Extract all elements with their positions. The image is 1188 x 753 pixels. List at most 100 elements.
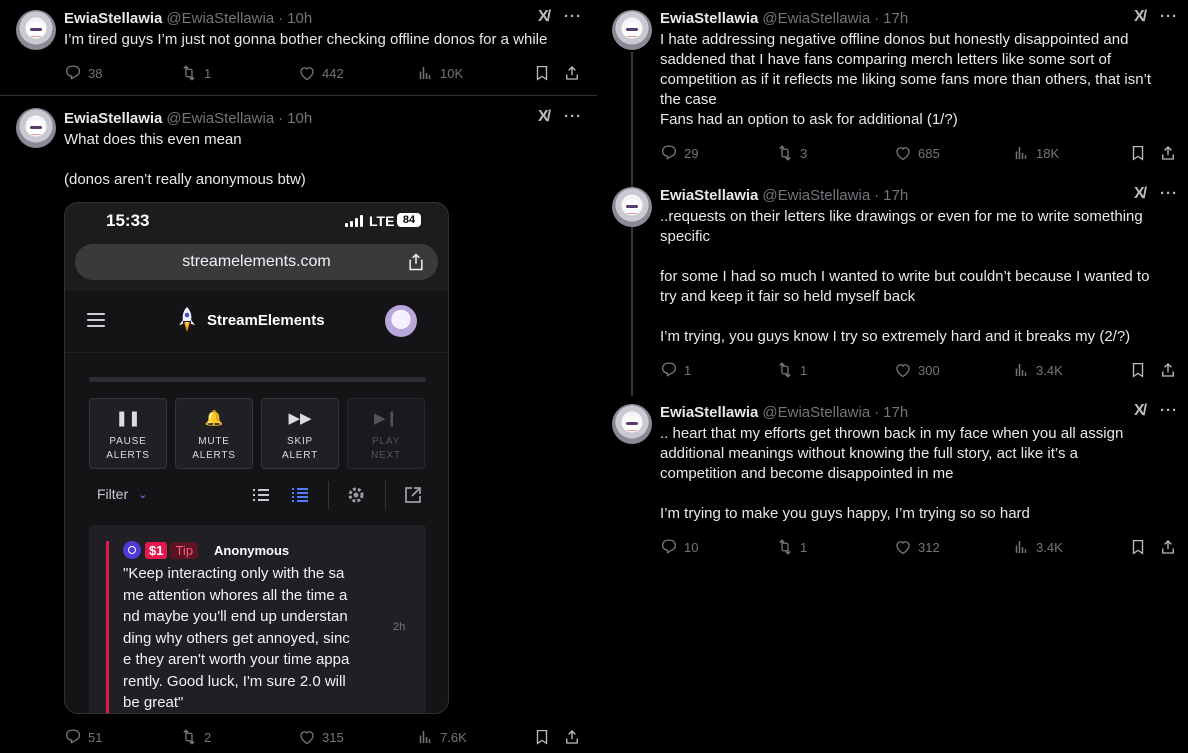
bookmark-icon: [1132, 362, 1144, 378]
author-name[interactable]: EwiaStellawia: [64, 110, 162, 127]
tweet-header: EwiaStellawia @EwiaStellawia · 17h: [660, 185, 908, 205]
views-button[interactable]: 18K: [1012, 143, 1059, 163]
avatar[interactable]: [16, 10, 56, 50]
author-handle[interactable]: @EwiaStellawia: [166, 110, 274, 127]
like-button[interactable]: 300: [894, 360, 940, 380]
grok-icon[interactable]: X/: [1134, 402, 1147, 420]
filter-dropdown: Filter ⌄: [97, 486, 147, 502]
reply-count: 1: [684, 362, 692, 378]
tweet-text: .. heart that my efforts get thrown back…: [660, 425, 1124, 522]
tweet-5[interactable]: EwiaStellawia @EwiaStellawia · 17h X/ ··…: [612, 402, 1177, 562]
repost-button[interactable]: 2: [180, 727, 211, 747]
phone-status-bar: 15:33 LTE 84: [65, 203, 448, 239]
repost-button[interactable]: 1: [776, 360, 807, 380]
timestamp[interactable]: 17h: [883, 10, 908, 27]
author-name[interactable]: EwiaStellawia: [660, 187, 758, 204]
grok-icon[interactable]: X/: [538, 108, 551, 126]
bookmark-button[interactable]: [1129, 360, 1147, 380]
grok-icon[interactable]: X/: [1134, 8, 1147, 26]
views-icon: [1015, 540, 1027, 554]
separator-dot: ·: [874, 186, 880, 204]
like-button[interactable]: 685: [894, 143, 940, 163]
repost-button[interactable]: 3: [776, 143, 807, 163]
event-type-badge: Tip: [170, 541, 199, 559]
tweet-3[interactable]: EwiaStellawia @EwiaStellawia · 17h X/ ··…: [612, 8, 1177, 168]
menu-icon: [87, 313, 105, 331]
repost-button[interactable]: 1: [776, 537, 807, 557]
column-divider: [0, 95, 597, 96]
share-button[interactable]: [563, 727, 581, 747]
repost-icon: [779, 362, 791, 378]
share-button[interactable]: [1159, 537, 1177, 557]
more-options-icon[interactable]: ···: [564, 8, 582, 25]
like-button[interactable]: 442: [298, 63, 344, 83]
author-handle[interactable]: @EwiaStellawia: [762, 187, 870, 204]
author-handle[interactable]: @EwiaStellawia: [762, 10, 870, 27]
author-name[interactable]: EwiaStellawia: [64, 10, 162, 27]
share-button[interactable]: [1159, 360, 1177, 380]
bookmark-button[interactable]: [533, 727, 551, 747]
like-icon: [896, 147, 910, 161]
grok-icon[interactable]: X/: [1134, 185, 1147, 203]
timestamp[interactable]: 10h: [287, 10, 312, 27]
like-count: 315: [322, 729, 344, 745]
timestamp[interactable]: 10h: [287, 110, 312, 127]
more-options-icon[interactable]: ···: [1160, 8, 1178, 25]
tweet-1[interactable]: EwiaStellawia @EwiaStellawia · 10h X/ ··…: [16, 8, 581, 88]
views-button[interactable]: 10K: [416, 63, 463, 83]
bookmark-button[interactable]: [533, 63, 551, 83]
views-button[interactable]: 7.6K: [416, 727, 467, 747]
tweet-actions: 38 1 442 10K: [64, 63, 581, 83]
reply-icon: [65, 65, 81, 80]
author-name[interactable]: EwiaStellawia: [660, 10, 758, 27]
bookmark-icon: [536, 65, 548, 81]
author-handle[interactable]: @EwiaStellawia: [166, 10, 274, 27]
views-count: 7.6K: [440, 729, 467, 745]
bookmark-button[interactable]: [1129, 537, 1147, 557]
timestamp[interactable]: 17h: [883, 404, 908, 421]
share-button[interactable]: [563, 63, 581, 83]
like-button[interactable]: 315: [298, 727, 344, 747]
separator-dot: ·: [278, 9, 284, 27]
tweet-actions: 29 3 685 18K: [660, 143, 1177, 163]
avatar[interactable]: [16, 108, 56, 148]
avatar[interactable]: [612, 10, 652, 50]
timestamp[interactable]: 17h: [883, 187, 908, 204]
views-button[interactable]: 3.4K: [1012, 360, 1063, 380]
tweet-4[interactable]: EwiaStellawia @EwiaStellawia · 17h X/ ··…: [612, 185, 1177, 385]
grok-icon[interactable]: X/: [538, 8, 551, 26]
repost-button[interactable]: 1: [180, 63, 211, 83]
reply-button[interactable]: 1: [660, 360, 691, 380]
tweet-header: EwiaStellawia @EwiaStellawia · 17h: [660, 8, 908, 28]
tip-message: "Keep interacting only with the sa me at…: [123, 565, 350, 711]
author-name[interactable]: EwiaStellawia: [660, 404, 758, 421]
bookmark-button[interactable]: [1129, 143, 1147, 163]
reply-button[interactable]: 29: [660, 143, 698, 163]
more-options-icon[interactable]: ···: [1160, 185, 1178, 202]
reply-button[interactable]: 51: [64, 727, 102, 747]
repost-count: 1: [800, 362, 808, 378]
bookmark-icon: [536, 729, 548, 745]
author-handle[interactable]: @EwiaStellawia: [762, 404, 870, 421]
attached-image[interactable]: 15:33 LTE 84 streamelements.com StreamEl…: [64, 202, 449, 714]
filter-label: Filter: [97, 486, 129, 502]
mute-alerts-button: 🔔 MUTE ALERTS: [175, 398, 253, 469]
url-bar: streamelements.com: [75, 244, 438, 280]
settings-icon: [346, 481, 366, 509]
views-count: 10K: [440, 65, 464, 81]
views-button[interactable]: 3.4K: [1012, 537, 1063, 557]
bookmark-icon: [1132, 539, 1144, 555]
tip-amount: $1: [145, 541, 168, 559]
avatar[interactable]: [612, 187, 652, 227]
user-avatar: [385, 305, 417, 337]
reply-button[interactable]: 38: [64, 63, 102, 83]
avatar[interactable]: [612, 404, 652, 444]
more-options-icon[interactable]: ···: [564, 108, 582, 125]
reply-button[interactable]: 10: [660, 537, 698, 557]
share-button[interactable]: [1159, 143, 1177, 163]
phone-clock: 15:33: [106, 211, 150, 230]
share-icon: [409, 253, 423, 271]
event-age: 2h: [393, 621, 406, 633]
more-options-icon[interactable]: ···: [1160, 402, 1178, 419]
like-button[interactable]: 312: [894, 537, 940, 557]
